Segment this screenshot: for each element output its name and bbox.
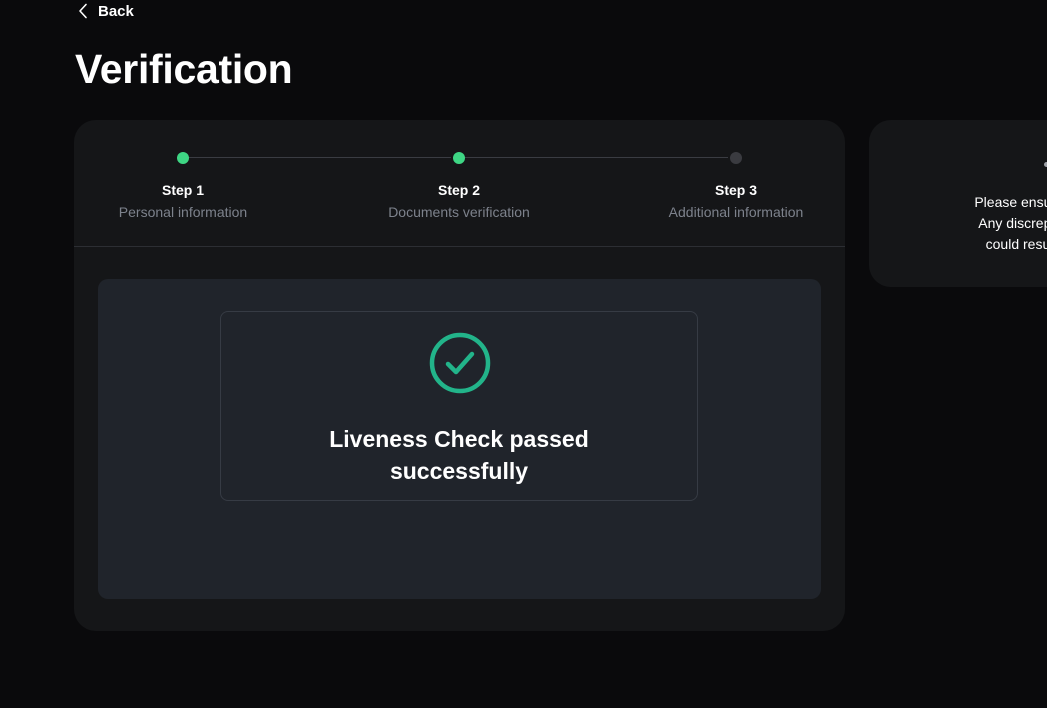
notice-line-1: Please ensure you ent [974,194,1047,210]
message-line-1: Liveness Check passed [329,426,589,452]
notice-text: Please ensure you ent Any discrepancy wi… [869,192,1047,255]
step-3-subtitle: Additional information [668,204,804,220]
step-1-subtitle: Personal information [118,204,248,220]
step-2-indicator [453,152,465,164]
check-circle-icon [429,332,491,394]
step-3-title: Step 3 [714,182,757,198]
stepper: Step 1 Personal information Step 2 Docum… [74,120,845,246]
step-2-title: Step 2 [437,182,480,198]
page-title: Verification [75,46,293,92]
step-connector [189,157,451,158]
verification-page: Back Verification Step 1 Personal inform… [0,0,1047,708]
liveness-panel: Liveness Check passed successfully [98,279,821,599]
notice-card: Please ensure you ent Any discrepancy wi… [869,120,1047,287]
step-connector [465,157,728,158]
stepper-divider [74,246,845,247]
liveness-result-box: Liveness Check passed successfully [220,311,698,501]
chevron-left-icon [78,3,88,19]
back-button[interactable]: Back [78,0,134,22]
step-1-indicator [177,152,189,164]
notice-line-2: Any discrepancy with [978,215,1047,231]
step-3-indicator [730,152,742,164]
step-2-subtitle: Documents verification [388,204,530,220]
liveness-success-message: Liveness Check passed successfully [221,423,697,487]
verification-card: Step 1 Personal information Step 2 Docum… [74,120,845,631]
notice-line-3: could result in verif [985,236,1047,252]
message-line-2: successfully [389,458,529,484]
step-1-title: Step 1 [161,182,204,198]
back-label: Back [98,2,134,20]
